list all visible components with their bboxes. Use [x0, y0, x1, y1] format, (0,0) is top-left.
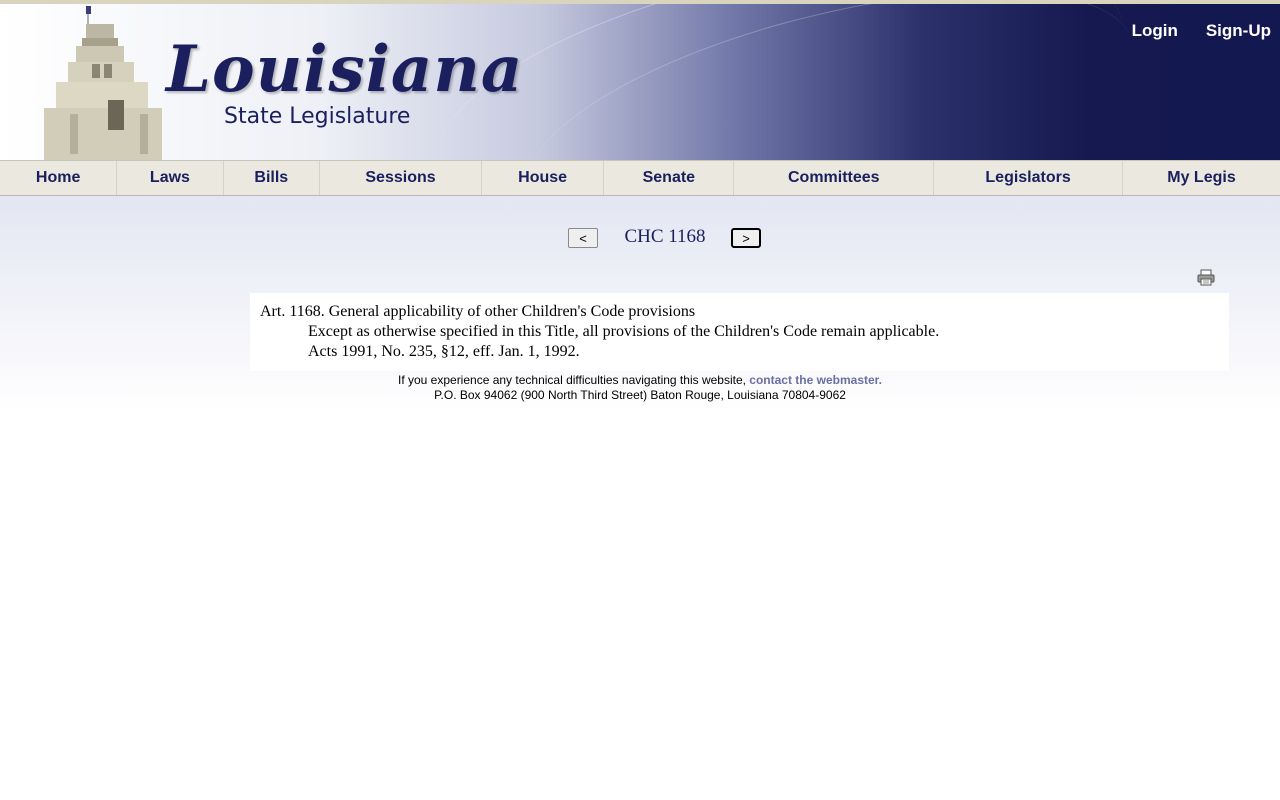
- nav-item-senate[interactable]: Senate: [604, 161, 735, 195]
- nav-item-bills[interactable]: Bills: [224, 161, 321, 195]
- nav-item-house[interactable]: House: [482, 161, 605, 195]
- law-text-panel: Art. 1168. General applicability of othe…: [250, 293, 1229, 371]
- logo-subtitle: State Legislature: [224, 104, 411, 129]
- previous-document-button[interactable]: <: [568, 228, 598, 248]
- main-nav: Home Laws Bills Sessions House Senate Co…: [0, 160, 1280, 196]
- nav-item-committees[interactable]: Committees: [734, 161, 935, 195]
- law-heading: Art. 1168. General applicability of othe…: [260, 303, 696, 320]
- nav-item-legislators[interactable]: Legislators: [934, 161, 1123, 195]
- login-link[interactable]: Login: [1132, 21, 1178, 41]
- nav-item-laws[interactable]: Laws: [117, 161, 224, 195]
- site-banner: Louisiana State Legislature Login Sign-U…: [0, 4, 1280, 160]
- site-footer: If you experience any technical difficul…: [0, 373, 1280, 403]
- document-id: CHC 1168: [624, 226, 706, 247]
- document-pager: < CHC 1168 >: [0, 226, 1280, 252]
- account-links: Login Sign-Up: [1132, 21, 1271, 41]
- nav-item-home[interactable]: Home: [0, 161, 118, 195]
- capitol-building-image: [44, 6, 162, 160]
- nav-item-sessions[interactable]: Sessions: [320, 161, 482, 195]
- signup-link[interactable]: Sign-Up: [1206, 21, 1271, 41]
- next-document-button[interactable]: >: [731, 228, 761, 248]
- logo-title: Louisiana: [166, 32, 524, 107]
- footer-notice-line: If you experience any technical difficul…: [0, 373, 1280, 388]
- footer-notice: If you experience any technical difficul…: [397, 373, 750, 387]
- contact-webmaster-link[interactable]: contact the webmaster.: [749, 373, 882, 387]
- print-icon[interactable]: [1197, 269, 1215, 286]
- nav-item-my-legis[interactable]: My Legis: [1123, 161, 1280, 195]
- footer-address: P.O. Box 94062 (900 North Third Street) …: [434, 388, 846, 402]
- law-body: Except as otherwise specified in this Ti…: [308, 323, 940, 340]
- law-history: Acts 1991, No. 235, §12, eff. Jan. 1, 19…: [308, 343, 580, 360]
